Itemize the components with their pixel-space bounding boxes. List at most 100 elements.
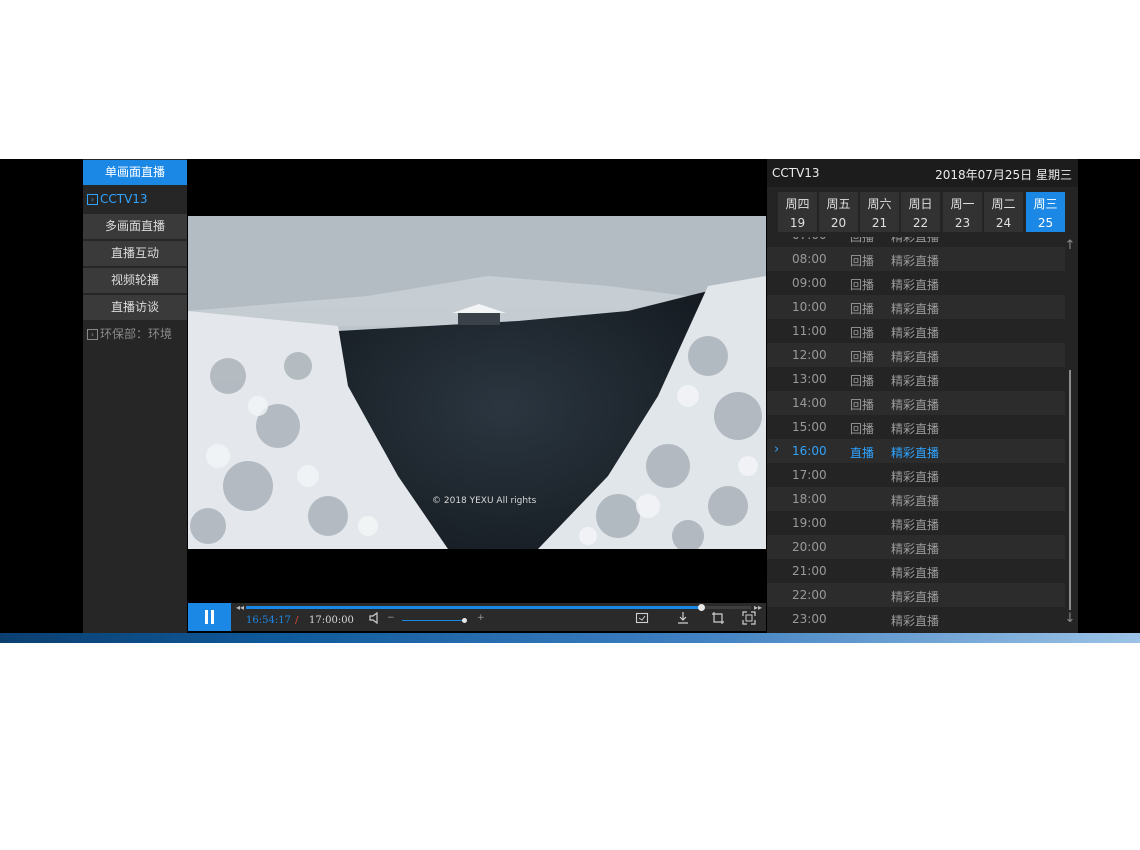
schedule-program: 精彩直播 [891,590,940,604]
schedule-program: 精彩直播 [891,326,940,340]
volume-slider[interactable] [402,620,465,621]
schedule-program: 精彩直播 [891,494,940,508]
schedule-replay-link[interactable]: 回播 [850,420,874,437]
panel-header: CCTV13 2018年07月25日 星期三 [767,159,1078,187]
day-weekday: 周四 [785,197,810,211]
schedule-replay-link[interactable]: 回播 [850,276,874,293]
schedule-row[interactable]: 14:00 回播 精彩直播 [767,391,1065,415]
schedule-row[interactable]: 22:00 精彩直播 [767,583,1065,607]
schedule-program: 精彩直播 [891,374,940,388]
schedule-program: 精彩直播 [891,398,940,412]
schedule-program: 精彩直播 [891,470,940,484]
schedule-row[interactable]: 08:00 回播 精彩直播 [767,247,1065,271]
schedule-row[interactable]: 23:00 精彩直播 [767,607,1065,630]
progress-handle[interactable] [698,604,705,611]
schedule-time: 23:00 [792,612,827,626]
schedule-time: 15:00 [792,420,827,434]
schedule-program: 精彩直播 [891,254,940,268]
day-weekday: 周五 [826,197,851,211]
menu-item-interaction[interactable]: 直播互动 [83,241,187,266]
schedule-row[interactable]: 11:00 回播 精彩直播 [767,319,1065,343]
scroll-thumb[interactable] [1069,370,1071,610]
schedule-scrollbar[interactable]: ↑ ↓ [1064,237,1076,630]
schedule-time: 21:00 [792,564,827,578]
day-weekday: 周一 [950,197,975,211]
schedule-replay-link[interactable]: 回播 [850,348,874,365]
schedule-row[interactable]: 15:00 回播 精彩直播 [767,415,1065,439]
schedule-time: 19:00 [792,516,827,530]
channel-box-icon: › [87,194,98,205]
schedule-row[interactable]: 17:00 精彩直播 [767,463,1065,487]
time-separator: / [295,615,299,626]
crop-icon[interactable] [711,611,725,625]
volume-down-button[interactable]: − [387,613,395,623]
schedule-row[interactable]: 10:00 回播 精彩直播 [767,295,1065,319]
volume-icon[interactable] [368,611,382,625]
schedule-row[interactable]: 19:00 精彩直播 [767,511,1065,535]
schedule-time: 09:00 [792,276,827,290]
day-date: 21 [871,216,888,230]
schedule-program: 精彩直播 [891,566,940,580]
screenshot-icon[interactable] [635,611,649,625]
schedule-time: 16:00 [792,444,827,458]
day-date: 23 [954,216,971,230]
day-tab-20[interactable]: 周五 20 [819,192,858,232]
secondary-box-icon: › [87,329,98,340]
schedule-row[interactable]: 13:00 回播 精彩直播 [767,367,1065,391]
day-tab-25[interactable]: 周三 25 [1026,192,1065,232]
schedule-time: 11:00 [792,324,827,338]
schedule-row[interactable]: 12:00 回播 精彩直播 [767,343,1065,367]
menu-item-multi-live[interactable]: 多画面直播 [83,214,187,239]
schedule-row[interactable]: 20:00 精彩直播 [767,535,1065,559]
day-tab-24[interactable]: 周二 24 [984,192,1023,232]
pause-icon-bar [211,610,214,624]
schedule-time: 22:00 [792,588,827,602]
schedule-row[interactable]: 09:00 回播 精彩直播 [767,271,1065,295]
schedule-program: 精彩直播 [891,614,940,628]
schedule-replay-link[interactable]: 回播 [850,372,874,389]
schedule-row[interactable]: 07:00 回播 精彩直播 [767,237,1065,247]
day-weekday: 周二 [991,197,1016,211]
schedule-time: 18:00 [792,492,827,506]
volume-up-button[interactable]: + [477,613,485,623]
menu-item-interview[interactable]: 直播访谈 [83,295,187,320]
schedule-replay-link[interactable]: 回播 [850,396,874,413]
day-weekday: 周六 [867,197,892,211]
seek-back-button[interactable]: ◂◂ [236,603,244,612]
video-watermark: © 2018 YEXU All rights [432,496,537,506]
menu-item-single-live[interactable]: 单画面直播 [83,160,187,185]
day-tab-21[interactable]: 周六 21 [860,192,899,232]
schedule-row[interactable]: 18:00 精彩直播 [767,487,1065,511]
schedule-replay-link[interactable]: 回播 [850,300,874,317]
schedule-replay-link[interactable]: 直播 [850,444,874,461]
schedule-replay-link[interactable]: 回播 [850,237,874,245]
progress-bar[interactable] [246,604,751,611]
channel-link[interactable]: › CCTV13 [87,187,187,211]
schedule-replay-link[interactable]: 回播 [850,324,874,341]
day-tab-19[interactable]: 周四 19 [778,192,817,232]
pause-button[interactable] [188,603,231,631]
day-tab-23[interactable]: 周一 23 [943,192,982,232]
video-frame[interactable]: © 2018 YEXU All rights [188,216,766,549]
schedule-row-current[interactable]: › 16:00 直播 精彩直播 [767,439,1065,463]
schedule-replay-link[interactable]: 回播 [850,252,874,269]
day-weekday: 周三 [1033,197,1058,211]
schedule-panel: CCTV13 2018年07月25日 星期三 周四 19 周五 20 周六 21 周日… [767,159,1078,633]
schedule-time: 07:00 [792,237,827,242]
schedule-row[interactable]: 21:00 精彩直播 [767,559,1065,583]
scroll-up-icon[interactable]: ↑ [1064,238,1076,253]
volume-handle[interactable] [462,618,467,623]
schedule-program: 精彩直播 [891,237,940,244]
day-tab-22[interactable]: 周日 22 [901,192,940,232]
download-icon[interactable] [676,611,690,625]
secondary-link[interactable]: › 环保部：环境 [87,322,187,346]
fullscreen-icon[interactable] [742,611,756,625]
schedule-program: 精彩直播 [891,518,940,532]
day-weekday: 周日 [908,197,933,211]
schedule-program: 精彩直播 [891,422,940,436]
menu-item-carousel[interactable]: 视频轮播 [83,268,187,293]
day-date: 25 [1037,216,1054,230]
day-date: 20 [830,216,847,230]
schedule-program: 精彩直播 [891,302,940,316]
scroll-down-icon[interactable]: ↓ [1064,611,1076,626]
